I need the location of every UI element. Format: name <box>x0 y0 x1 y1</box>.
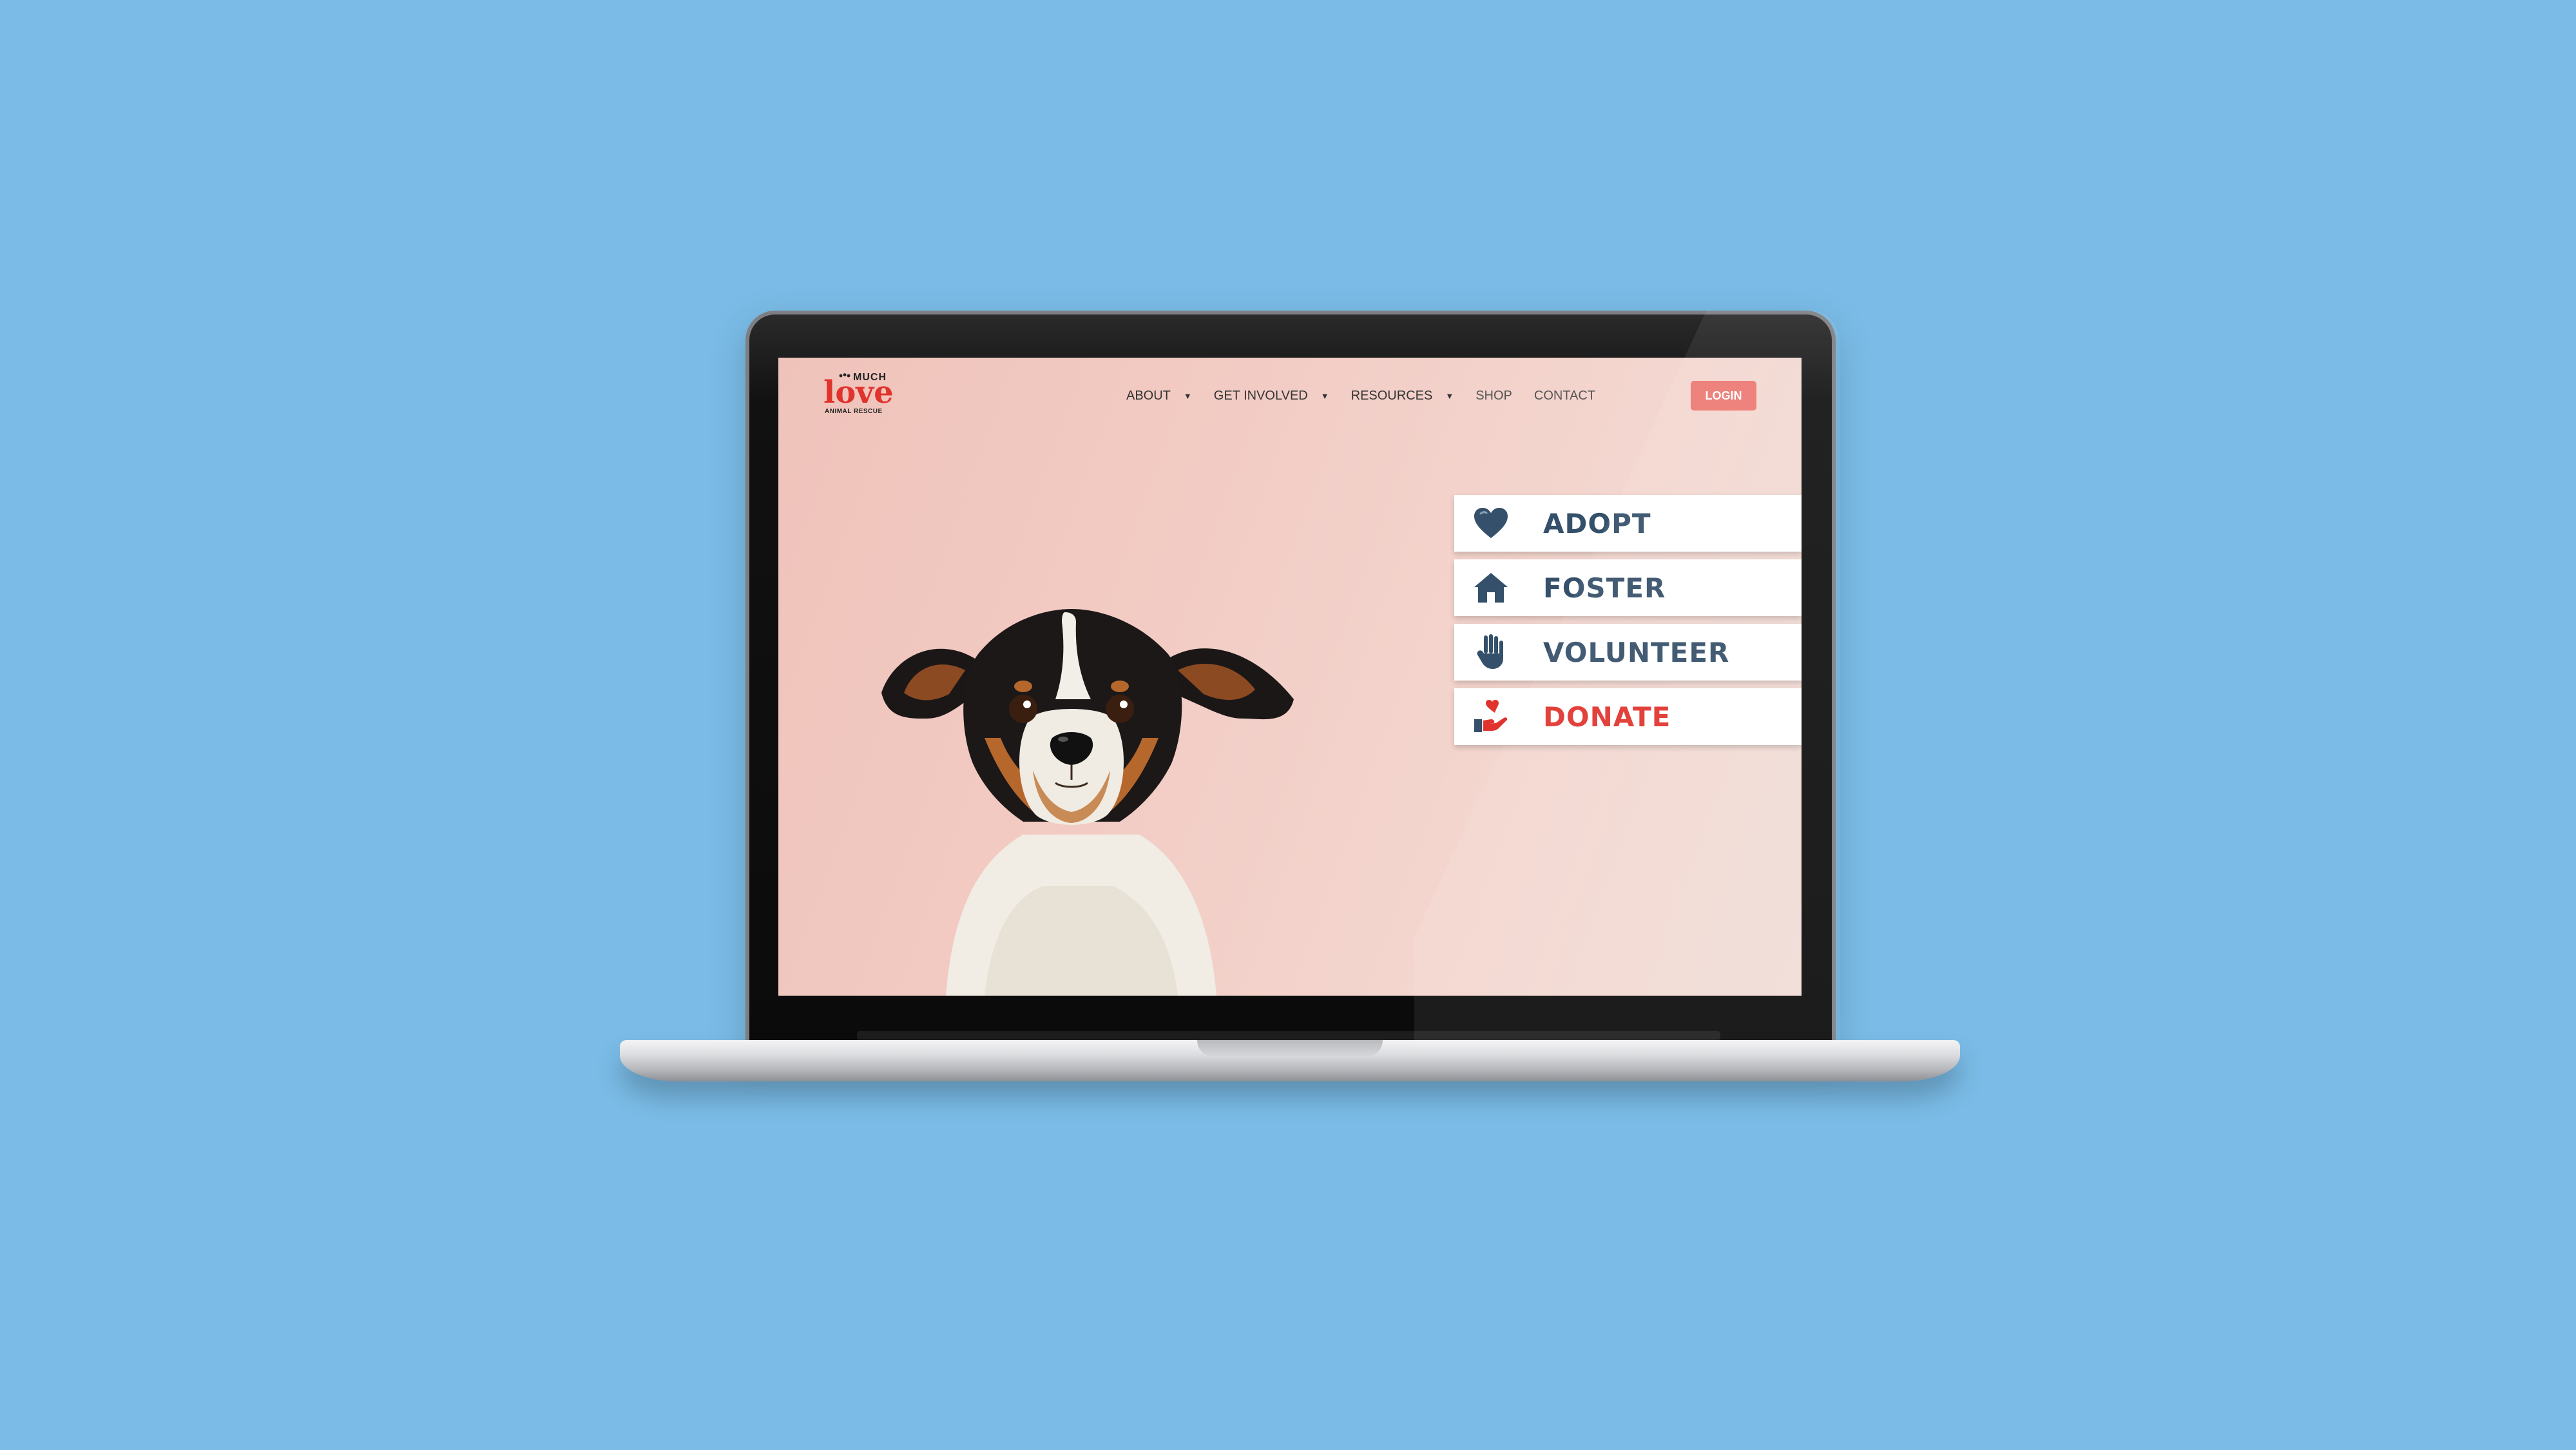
site-logo[interactable]: MUCH love ANIMAL RESCUE <box>823 372 899 418</box>
main-nav: ABOUT ▼ GET INVOLVED ▼ RESOURCES ▼ SHOP … <box>1126 386 1617 405</box>
foster-label: FOSTER <box>1543 572 1666 604</box>
nav-about-label: ABOUT <box>1126 388 1171 403</box>
laptop-hinge <box>857 1031 1720 1040</box>
donate-hand-heart-icon <box>1471 697 1511 737</box>
chevron-down-icon: ▼ <box>1445 391 1454 401</box>
action-list: ADOPT FOSTER VOLUNTEER DONATE <box>1454 495 1802 753</box>
nav-contact[interactable]: CONTACT <box>1534 389 1595 403</box>
nav-about[interactable]: ABOUT ▼ <box>1126 389 1192 403</box>
logo-subtitle: ANIMAL RESCUE <box>825 408 883 415</box>
laptop-notch <box>1197 1040 1383 1057</box>
login-button[interactable]: LOGIN <box>1691 381 1756 411</box>
hand-icon <box>1471 632 1511 672</box>
paw-icon <box>839 373 851 378</box>
laptop-screen: MUCH love ANIMAL RESCUE ABOUT ▼ GET INVO… <box>778 358 1802 996</box>
nav-contact-label: CONTACT <box>1533 388 1596 403</box>
nav-get-involved-label: GET INVOLVED <box>1213 388 1308 403</box>
donate-button[interactable]: DONATE <box>1454 688 1802 745</box>
volunteer-label: VOLUNTEER <box>1543 636 1730 668</box>
adopt-label: ADOPT <box>1543 507 1651 539</box>
heart-icon <box>1471 503 1511 543</box>
logo-main-word: love <box>823 374 894 411</box>
donate-label: DONATE <box>1543 701 1671 733</box>
nav-resources[interactable]: RESOURCES ▼ <box>1351 389 1454 403</box>
volunteer-button[interactable]: VOLUNTEER <box>1454 624 1802 681</box>
nav-shop[interactable]: SHOP <box>1475 389 1512 403</box>
adopt-button[interactable]: ADOPT <box>1454 495 1802 552</box>
nav-shop-label: SHOP <box>1475 388 1512 403</box>
nav-get-involved[interactable]: GET INVOLVED ▼ <box>1214 389 1329 403</box>
dog-photo <box>881 609 1294 996</box>
foster-button[interactable]: FOSTER <box>1454 559 1802 616</box>
chevron-down-icon: ▼ <box>1183 391 1192 401</box>
page-background: MUCH love ANIMAL RESCUE ABOUT ▼ GET INVO… <box>0 0 2576 1450</box>
home-icon <box>1471 568 1511 608</box>
nav-resources-label: RESOURCES <box>1350 388 1433 403</box>
chevron-down-icon: ▼ <box>1320 391 1329 401</box>
